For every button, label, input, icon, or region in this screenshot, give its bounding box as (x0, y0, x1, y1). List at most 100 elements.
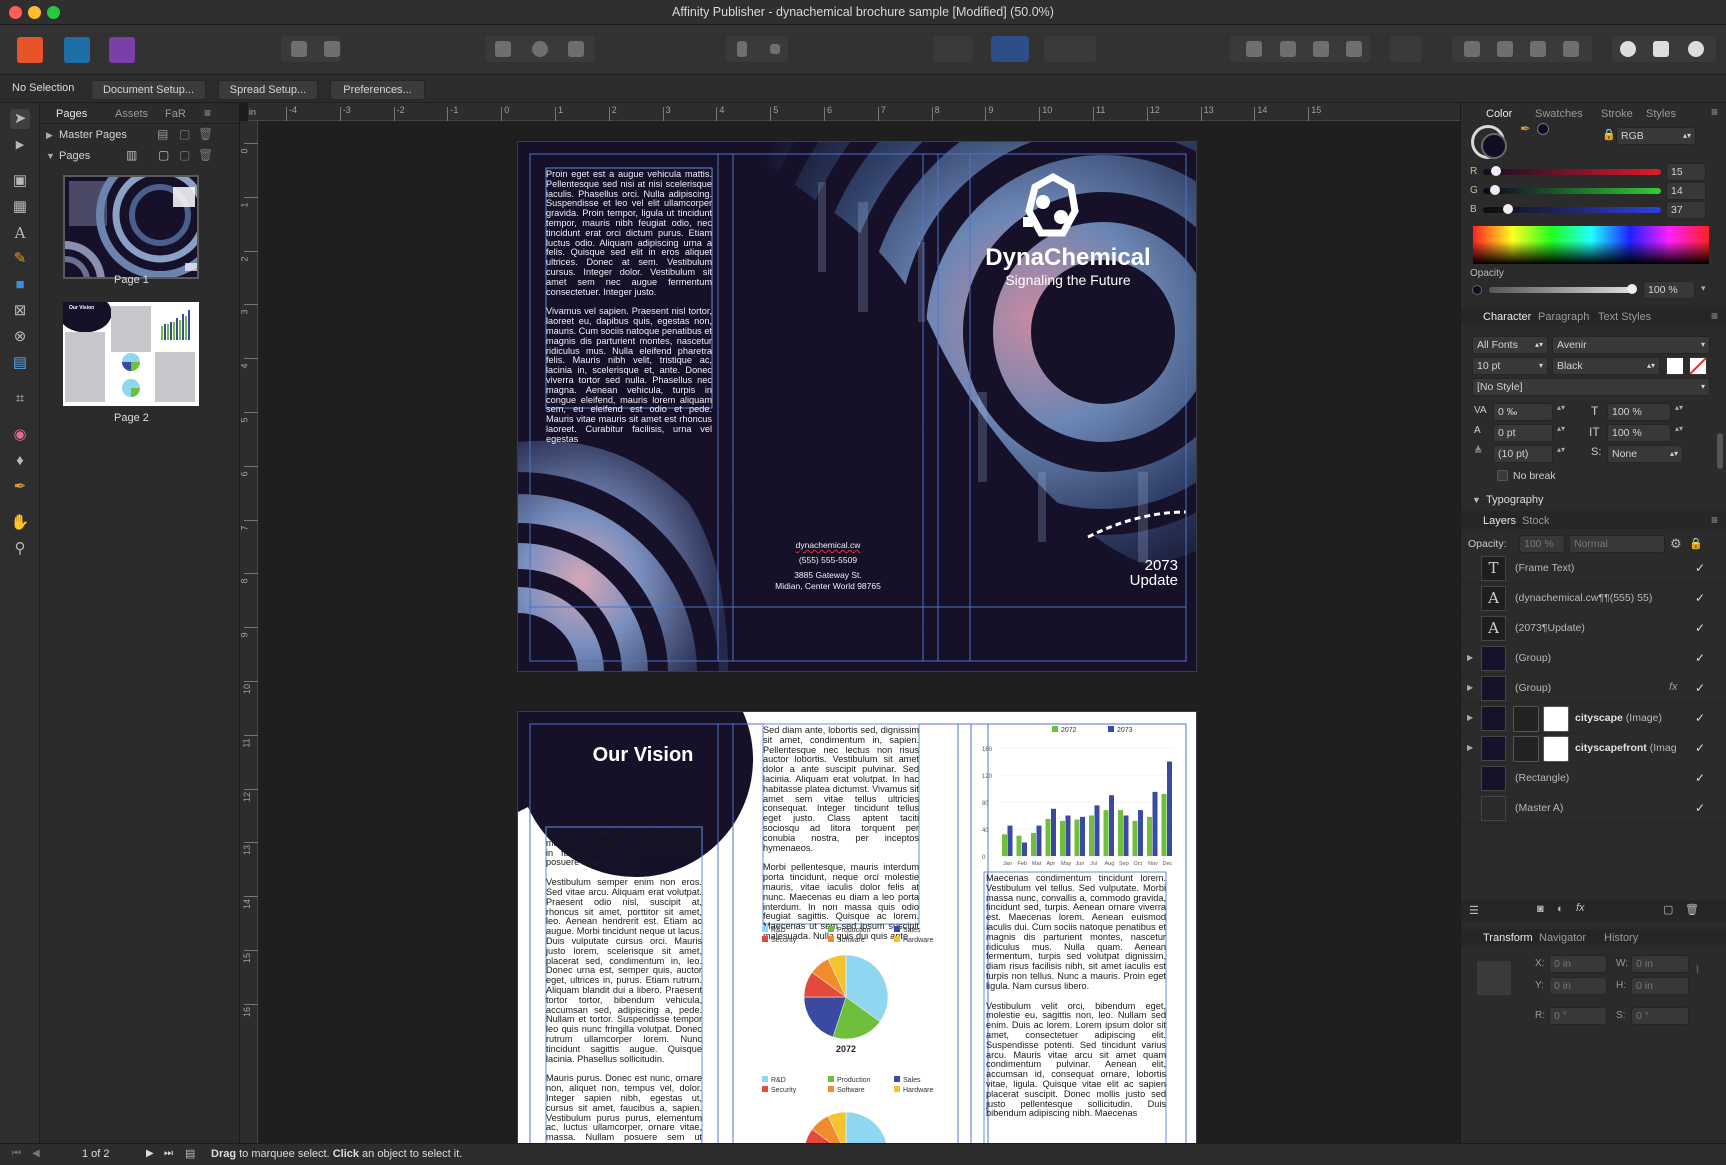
mask-layer-icon[interactable]: ◙ (1537, 903, 1544, 915)
delete-master-icon[interactable]: 🗑 (198, 127, 213, 141)
layers-stack-icon[interactable]: ☰ (1469, 904, 1479, 917)
snapping-icon[interactable] (1044, 36, 1096, 62)
node-tool-icon[interactable]: ▶ (10, 135, 30, 155)
tracking-stepper-icon[interactable]: ▴▾ (1557, 403, 1565, 412)
add-icon[interactable] (1620, 41, 1636, 57)
crop-tool-icon[interactable]: ⌗ (10, 389, 30, 409)
tab-color[interactable]: Color (1486, 108, 1512, 120)
intersect-icon[interactable] (1688, 41, 1704, 57)
layer-visibility-checkbox[interactable]: ✓ (1695, 591, 1705, 605)
last-page-icon[interactable]: ⏭ (164, 1148, 173, 1159)
b-slider-knob[interactable] (1503, 204, 1513, 214)
first-page-icon[interactable]: ⏮ (12, 1148, 21, 1159)
shear-field[interactable]: 0 ° (1631, 1007, 1689, 1025)
layer-visibility-checkbox[interactable]: ✓ (1695, 621, 1705, 635)
preflight-icon[interactable] (291, 41, 307, 57)
vertical-ruler[interactable]: 0 1 2 3 4 5 6 7 8 9 10 11 12 13 14 15 16 (240, 121, 258, 1143)
flip-vertical-icon[interactable] (1497, 41, 1513, 57)
bleed-view-icon[interactable] (532, 41, 548, 57)
layer-visibility-checkbox[interactable]: ✓ (1695, 801, 1705, 815)
document-setup-button[interactable]: Document Setup... (91, 80, 206, 100)
tab-assets[interactable]: Assets (115, 108, 148, 120)
anchor-selector-icon[interactable] (1477, 961, 1511, 995)
vision-col1-text[interactable]: Mauris sit amet ligula ut tellus gravida… (546, 828, 702, 1143)
text-stroke-swatch[interactable] (1689, 357, 1707, 375)
tab-paragraph[interactable]: Paragraph (1538, 311, 1589, 323)
layer-row[interactable]: A (2073¶Update) ✓ (1461, 614, 1726, 644)
tab-far[interactable]: FaR (165, 108, 186, 120)
hand-tool-icon[interactable]: ✋ (10, 513, 30, 533)
collapse-pages-icon[interactable]: ▼ (46, 151, 55, 161)
color-model-select[interactable]: RGB ▴▾ (1616, 127, 1696, 145)
delete-page-icon[interactable]: 🗑 (198, 148, 213, 162)
close-window-button[interactable] (9, 6, 22, 19)
link-proportions-icon[interactable]: ⌇ (1695, 965, 1700, 976)
publisher-persona-icon[interactable] (17, 37, 43, 63)
b-value[interactable]: 37 (1666, 201, 1706, 219)
insert-pages-icon[interactable]: ▥ (126, 148, 137, 162)
preferences-button[interactable]: Preferences... (330, 80, 425, 100)
frame-text-tool-icon[interactable]: ▣ (10, 171, 30, 191)
expand-layer-icon[interactable]: ▶ (1467, 743, 1473, 752)
eyedropper-tool-icon[interactable]: ✒ (10, 477, 30, 497)
rotation-field[interactable]: 0 ° (1549, 1007, 1607, 1025)
tab-swatches[interactable]: Swatches (1535, 108, 1583, 120)
zoom-tool-icon[interactable]: ⚲ (10, 539, 30, 559)
master-pages-header[interactable]: Master Pages (59, 129, 127, 141)
rotate-left-icon[interactable] (1530, 41, 1546, 57)
color-picker-tool-icon[interactable]: ◉ (10, 425, 30, 445)
horizontal-ruler[interactable]: -4 -3 -2 -1 0 1 2 3 4 5 6 7 8 9 10 11 12 13 14 15 (248, 103, 1460, 121)
typography-expand-icon[interactable]: ▼ (1472, 495, 1481, 505)
mask-thumbnail-1[interactable] (1513, 736, 1539, 762)
page2-thumbnail[interactable]: Our Vision (63, 302, 199, 406)
tab-history[interactable]: History (1604, 932, 1638, 944)
blend-mode-select[interactable]: Normal (1569, 535, 1665, 553)
layer-opacity-field[interactable]: 100 % (1519, 535, 1565, 553)
font-weight-select[interactable]: Black ▴▾ (1552, 357, 1660, 375)
tab-styles[interactable]: Styles (1646, 108, 1676, 120)
artistic-text-tool-icon[interactable]: A (10, 223, 30, 243)
add-layer-icon[interactable]: ▢ (1663, 903, 1673, 916)
table-tool-icon[interactable]: ▦ (10, 197, 30, 217)
tab-navigator[interactable]: Navigator (1539, 932, 1586, 944)
designer-persona-icon[interactable] (64, 37, 90, 63)
preview-mode-icon[interactable] (933, 36, 973, 62)
layer-visibility-checkbox[interactable]: ✓ (1695, 651, 1705, 665)
normal-view-icon[interactable] (495, 41, 511, 57)
vision-col3-text[interactable]: Maecenas condimentum tincidunt lorem. Ve… (986, 873, 1166, 1119)
page-list-icon[interactable]: ▤ (185, 1147, 195, 1160)
layer-row[interactable]: A (dynachemical.cw¶¶(555) 55) ✓ (1461, 584, 1726, 614)
horizontal-scale-field[interactable]: 100 % (1607, 424, 1671, 442)
shear-select[interactable]: None ▴▾ (1607, 445, 1683, 463)
pie-chart-2072[interactable]: R&D Production Sales Security Software Hardwa… (756, 922, 956, 1062)
character-panel-menu-icon[interactable]: ≡ (1711, 309, 1718, 323)
layer-row[interactable]: ▶ (Group) ✓ (1461, 644, 1726, 674)
expand-master-pages-icon[interactable]: ▶ (46, 130, 53, 141)
year-update-text[interactable]: 2073 Update (1078, 558, 1178, 588)
color-panel-menu-icon[interactable]: ≡ (1711, 105, 1718, 119)
fill-color-well[interactable] (1481, 133, 1507, 159)
tab-character[interactable]: Character (1483, 311, 1531, 323)
layer-row[interactable]: ▶ cityscapefront (Imag ✓ (1461, 734, 1726, 764)
tab-text-styles[interactable]: Text Styles (1598, 311, 1651, 323)
page1-thumbnail[interactable] (63, 175, 199, 279)
baseline-grid-icon[interactable] (991, 36, 1029, 62)
g-slider[interactable] (1483, 188, 1661, 194)
tab-stroke[interactable]: Stroke (1601, 108, 1633, 120)
pin-icon[interactable] (737, 41, 747, 57)
hscale-stepper-icon[interactable]: ▴▾ (1675, 424, 1683, 433)
contact-block[interactable]: dynachemical.cw (555) 555-5509 3885 Gate… (733, 540, 923, 592)
spread-setup-button[interactable]: Spread Setup... (218, 80, 318, 100)
r-value[interactable]: 15 (1666, 163, 1706, 181)
fx-badge-icon[interactable]: fx (1669, 681, 1678, 693)
layer-row[interactable]: T (Frame Text) ✓ (1461, 554, 1726, 584)
vscale-stepper-icon[interactable]: ▴▾ (1675, 403, 1683, 412)
r-slider-knob[interactable] (1491, 166, 1501, 176)
minimize-window-button[interactable] (28, 6, 41, 19)
fx-icon[interactable]: fx (1576, 902, 1585, 914)
no-break-checkbox[interactable] (1497, 470, 1508, 481)
move-backward-icon[interactable] (1280, 41, 1296, 57)
w-field[interactable]: 0 in (1631, 955, 1689, 973)
baseline-stepper-icon[interactable]: ▴▾ (1557, 424, 1565, 433)
x-field[interactable]: 0 in (1549, 955, 1607, 973)
